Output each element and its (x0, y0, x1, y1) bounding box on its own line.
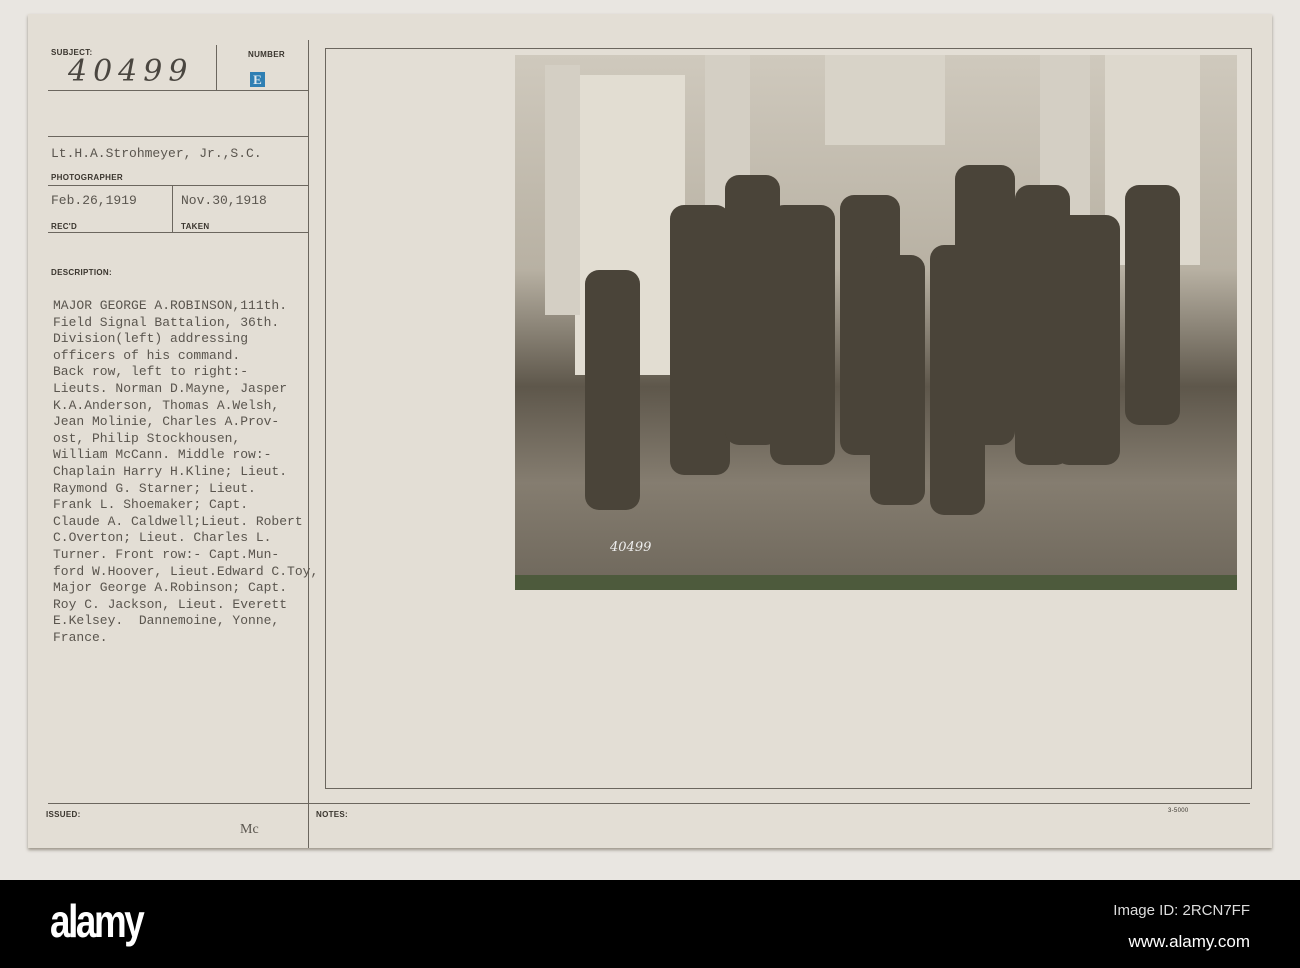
description-line: Turner. Front row:- Capt.Mun- (53, 546, 280, 562)
description-text: MAJOR GEORGE A.ROBINSON,111th. Field Sign… (53, 298, 318, 646)
taken-label: TAKEN (181, 222, 210, 231)
description-line: ford W.Hoover, Lieut.Edward C.Toy, (53, 563, 319, 579)
description-line: C.Overton; Lieut. Charles L. (53, 530, 272, 546)
divider (172, 185, 173, 233)
divider (48, 803, 1250, 804)
alamy-url[interactable]: www.alamy.com (1128, 932, 1250, 952)
description-line: William McCann. Middle row:- (53, 447, 272, 463)
description-line: Claude A. Caldwell;Lieut. Robert (53, 513, 303, 529)
photograph-officers-on-steps: 40499 (515, 55, 1237, 590)
description-line: K.A.Anderson, Thomas A.Welsh, (53, 397, 280, 413)
photographer-name: Lt.H.A.Strohmeyer, Jr.,S.C. (51, 146, 262, 161)
description-line: Frank L. Shoemaker; Capt. (53, 497, 249, 513)
photographer-label: PHOTOGRAPHER (51, 173, 123, 182)
description-line: Division(left) addressing (53, 331, 249, 347)
description-line: France. (53, 629, 108, 645)
divider (48, 90, 308, 91)
officers-group (585, 165, 1180, 515)
divider (48, 232, 308, 233)
received-label: REC'D (51, 222, 78, 231)
divider (216, 45, 217, 90)
grass (515, 575, 1237, 590)
issued-label: ISSUED: (46, 810, 81, 819)
description-line: officers of his command. (53, 347, 241, 363)
description-line: Chaplain Harry H.Kline; Lieut. (53, 463, 288, 479)
description-line: Major George A.Robinson; Capt. (53, 580, 288, 596)
description-line: MAJOR GEORGE A.ROBINSON,111th. (53, 298, 288, 313)
form-number: 3-5000 (1168, 808, 1189, 814)
number-stamp: E (250, 72, 265, 87)
divider (48, 136, 308, 137)
issued-value: Mc (240, 822, 259, 837)
shutter (545, 65, 580, 315)
photo-number: 40499 (610, 540, 652, 555)
number-label: NUMBER (248, 50, 285, 59)
photo-scene (515, 55, 1237, 590)
description-line: Jean Molinie, Charles A.Prov- (53, 414, 280, 430)
description-line: Roy C. Jackson, Lieut. Everett (53, 596, 288, 612)
description-line: ost, Philip Stockhousen, (53, 430, 241, 446)
description-line: Field Signal Battalion, 36th. (53, 314, 280, 330)
received-date: Feb.26,1919 (51, 193, 137, 208)
image-id: Image ID: 2RCN7FF (1113, 902, 1250, 919)
alamy-logo: alamy (50, 895, 145, 947)
divider (48, 185, 308, 186)
description-line: Lieuts. Norman D.Mayne, Jasper (53, 380, 288, 396)
description-line: E.Kelsey. Dannemoine, Yonne, (53, 613, 280, 629)
taken-date: Nov.30,1918 (181, 193, 267, 208)
description-label: DESCRIPTION: (51, 268, 112, 277)
subject-value: 40499 (68, 54, 194, 89)
watermark-footer: alamy Image ID: 2RCN7FF www.alamy.com (0, 880, 1300, 968)
notes-label: NOTES: (316, 810, 349, 819)
description-line: Raymond G. Starner; Lieut. (53, 480, 256, 496)
window-center (825, 55, 945, 145)
description-line: Back row, left to right:- (53, 364, 249, 380)
